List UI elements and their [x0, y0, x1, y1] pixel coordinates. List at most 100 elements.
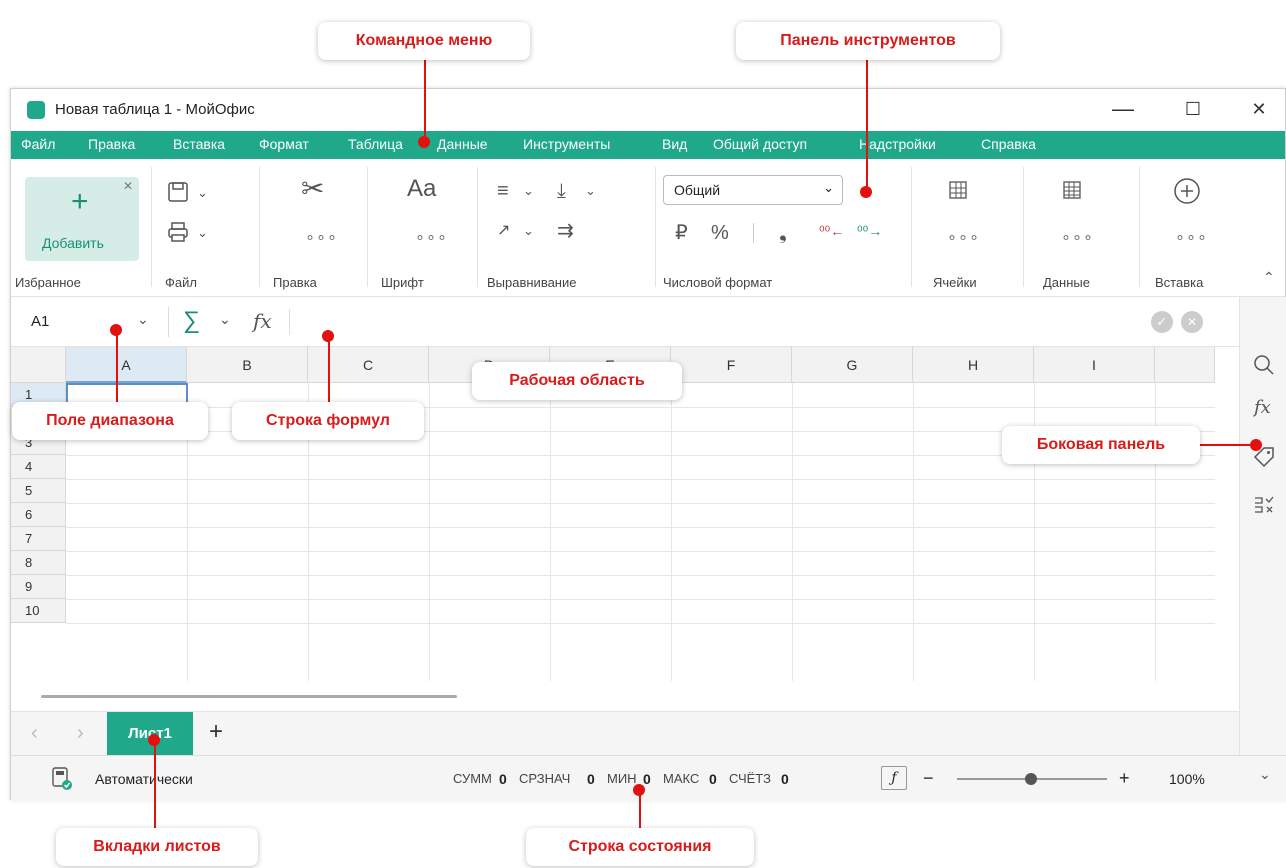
callout-line: [116, 330, 118, 402]
next-sheet-icon[interactable]: ›: [77, 722, 84, 745]
cells-icon[interactable]: [947, 179, 969, 201]
function-icon[interactable]: fx: [1254, 397, 1271, 418]
group-divider: [1023, 167, 1024, 287]
group-label-insert: Вставка: [1155, 275, 1204, 290]
column-header[interactable]: A: [66, 347, 187, 383]
row-header[interactable]: 5: [11, 479, 66, 503]
chevron-down-icon[interactable]: ⌄: [219, 311, 231, 328]
zoom-out-button[interactable]: −: [923, 768, 934, 789]
callout-dot: [633, 784, 645, 796]
formula-input[interactable]: [295, 307, 1145, 337]
cancel-icon[interactable]: ✕: [1181, 311, 1203, 333]
menu-help[interactable]: Справка: [981, 136, 1036, 152]
group-divider: [151, 167, 152, 287]
chevron-down-icon[interactable]: ⌄: [137, 311, 149, 328]
menu-edit[interactable]: Правка: [88, 136, 135, 152]
menu-table[interactable]: Таблица: [348, 136, 403, 152]
group-label-alignment: Выравнивание: [487, 275, 577, 290]
chevron-down-icon[interactable]: ⌄: [197, 183, 208, 203]
minimize-button[interactable]: —: [1101, 95, 1145, 125]
align-bottom-icon[interactable]: ⤓: [557, 181, 566, 201]
avg-label: СРЗНАЧ: [519, 771, 571, 786]
callout-dot: [418, 136, 430, 148]
select-all-corner[interactable]: [11, 347, 66, 383]
callout-sheet-tabs: Вкладки листов: [56, 828, 258, 866]
zoom-slider-handle[interactable]: [1025, 773, 1037, 785]
function-settings-icon[interactable]: ƒ: [881, 766, 907, 790]
function-icon[interactable]: fx: [253, 309, 272, 333]
column-header[interactable]: H: [913, 347, 1034, 383]
zoom-level[interactable]: 100%: [1169, 771, 1205, 787]
cell-ref: A1: [31, 313, 50, 330]
column-header[interactable]: I: [1034, 347, 1155, 383]
save-icon[interactable]: [167, 181, 189, 203]
decrease-decimal-icon[interactable]: ⁰⁰←: [819, 221, 844, 241]
more-icon[interactable]: ∘∘∘: [305, 227, 338, 247]
more-icon[interactable]: ∘∘∘: [415, 227, 448, 247]
zoom-in-button[interactable]: +: [1119, 768, 1130, 789]
number-format-select[interactable]: Общий ⌄: [663, 175, 843, 205]
increase-decimal-icon[interactable]: ⁰⁰→: [857, 221, 882, 241]
column-header[interactable]: G: [792, 347, 913, 383]
close-icon[interactable]: ✕: [123, 179, 133, 193]
add-favorite-button[interactable]: + ✕ Добавить: [25, 177, 139, 261]
chevron-down-icon[interactable]: ⌄: [523, 181, 534, 201]
check-list-icon[interactable]: [1252, 493, 1276, 517]
cut-icon[interactable]: ✂: [301, 175, 324, 203]
close-button[interactable]: ✕: [1237, 95, 1281, 125]
calc-mode-label[interactable]: Автоматически: [95, 771, 193, 787]
count-value: 0: [781, 771, 789, 787]
prev-sheet-icon[interactable]: ‹: [31, 722, 38, 745]
text-rotate-icon[interactable]: ↗: [497, 221, 510, 241]
chevron-down-icon[interactable]: ⌄: [197, 223, 208, 243]
range-field[interactable]: A1 ⌄: [11, 297, 161, 347]
align-left-icon[interactable]: ≡: [497, 181, 509, 201]
more-icon[interactable]: ∘∘∘: [1061, 227, 1094, 247]
thousands-separator-button[interactable]: ❟: [779, 223, 787, 243]
row-header[interactable]: 10: [11, 599, 66, 623]
column-header[interactable]: [1155, 347, 1215, 383]
menu-view[interactable]: Вид: [662, 136, 687, 152]
collapse-ribbon-icon[interactable]: ⌃: [1263, 267, 1275, 287]
menu-tools[interactable]: Инструменты: [523, 136, 610, 152]
add-sheet-button[interactable]: +: [209, 718, 223, 746]
callout-command-menu: Командное меню: [318, 22, 530, 60]
group-label-number-format: Числовой формат: [663, 275, 773, 290]
more-icon[interactable]: ∘∘∘: [947, 227, 980, 247]
row-header[interactable]: 6: [11, 503, 66, 527]
menu-data[interactable]: Данные: [437, 136, 488, 152]
horizontal-scrollbar[interactable]: [41, 695, 457, 698]
menu-sharing[interactable]: Общий доступ: [713, 136, 807, 152]
wrap-text-icon[interactable]: ⇉: [557, 221, 574, 241]
currency-format-button[interactable]: ₽: [675, 223, 688, 243]
column-header[interactable]: C: [308, 347, 429, 383]
sum-icon[interactable]: ∑: [183, 307, 200, 335]
side-panel: fx: [1239, 297, 1286, 801]
column-header[interactable]: B: [187, 347, 308, 383]
row-header[interactable]: 7: [11, 527, 66, 551]
calculator-icon[interactable]: [51, 766, 73, 790]
confirm-icon[interactable]: ✓: [1151, 311, 1173, 333]
menu-insert[interactable]: Вставка: [173, 136, 225, 152]
chevron-down-icon[interactable]: ⌄: [523, 221, 534, 241]
menu-file[interactable]: Файл: [21, 136, 55, 152]
font-icon[interactable]: Aa: [407, 177, 436, 201]
print-icon[interactable]: [167, 221, 189, 243]
menu-addons[interactable]: Надстройки: [859, 136, 936, 152]
window-title: Новая таблица 1 - МойОфис: [55, 101, 255, 118]
row-header[interactable]: 8: [11, 551, 66, 575]
group-label-file: Файл: [165, 275, 197, 290]
row-header[interactable]: 9: [11, 575, 66, 599]
row-header[interactable]: 4: [11, 455, 66, 479]
percent-format-button[interactable]: %: [711, 223, 729, 243]
more-icon[interactable]: ∘∘∘: [1175, 227, 1208, 247]
column-header[interactable]: F: [671, 347, 792, 383]
menu-format[interactable]: Формат: [259, 136, 309, 152]
maximize-button[interactable]: ☐: [1171, 95, 1215, 125]
search-icon[interactable]: [1252, 353, 1276, 377]
data-table-icon[interactable]: [1061, 179, 1083, 201]
group-label-edit: Правка: [273, 275, 317, 290]
chevron-down-icon[interactable]: ⌄: [585, 181, 596, 201]
chevron-down-icon[interactable]: ⌄: [1259, 766, 1271, 783]
insert-plus-icon[interactable]: [1173, 177, 1201, 205]
